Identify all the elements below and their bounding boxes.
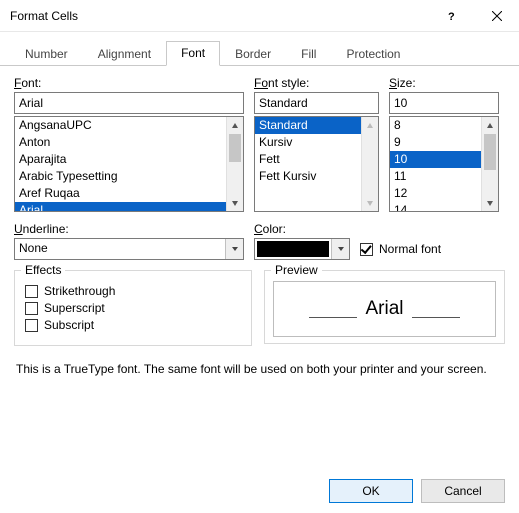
list-item[interactable]: Aref Ruqaa (15, 185, 226, 202)
list-item[interactable]: AngsanaUPC (15, 117, 226, 134)
content: Font: AngsanaUPCAntonAparajitaArabic Typ… (0, 66, 519, 376)
ok-button[interactable]: OK (329, 479, 413, 503)
size-scrollbar[interactable] (481, 117, 498, 211)
titlebar: Format Cells ? (0, 0, 519, 32)
scroll-down-icon[interactable] (362, 194, 378, 211)
checkbox-icon (25, 319, 38, 332)
scroll-down-icon[interactable] (227, 194, 243, 211)
scroll-up-icon[interactable] (227, 117, 243, 134)
list-item[interactable]: Fett Kursiv (255, 168, 361, 185)
list-item[interactable]: 11 (390, 168, 481, 185)
underline-value: None (15, 239, 225, 259)
subscript-checkbox[interactable]: Subscript (25, 318, 241, 332)
list-item[interactable]: Standard (255, 117, 361, 134)
tab-border[interactable]: Border (220, 42, 286, 66)
checkbox-icon (25, 302, 38, 315)
effects-legend: Effects (21, 263, 65, 277)
font-label: Font: (14, 76, 244, 90)
preview-box: Arial (273, 281, 496, 337)
tab-font[interactable]: Font (166, 41, 220, 66)
scroll-up-icon[interactable] (362, 117, 378, 134)
scroll-down-icon[interactable] (482, 194, 498, 211)
list-item[interactable]: Aparajita (15, 151, 226, 168)
superscript-checkbox[interactable]: Superscript (25, 301, 241, 315)
style-scrollbar[interactable] (361, 117, 378, 211)
scroll-thumb[interactable] (229, 134, 241, 162)
preview-legend: Preview (271, 263, 322, 277)
list-item[interactable]: 8 (390, 117, 481, 134)
size-input[interactable] (389, 92, 499, 114)
size-label: Size: (389, 76, 499, 90)
checkbox-icon (360, 243, 373, 256)
underline-label: Underline: (14, 222, 244, 236)
color-swatch (257, 241, 329, 257)
fontstyle-listbox[interactable]: StandardKursivFettFett Kursiv (254, 116, 379, 212)
window-title: Format Cells (10, 9, 429, 23)
color-combo[interactable] (254, 238, 350, 260)
scroll-thumb[interactable] (484, 134, 496, 170)
font-scrollbar[interactable] (226, 117, 243, 211)
footer: OK Cancel (329, 479, 505, 503)
font-input[interactable] (14, 92, 244, 114)
list-item[interactable]: 9 (390, 134, 481, 151)
list-item[interactable]: Fett (255, 151, 361, 168)
tab-fill[interactable]: Fill (286, 42, 331, 66)
underline-combo[interactable]: None (14, 238, 244, 260)
font-listbox[interactable]: AngsanaUPCAntonAparajitaArabic Typesetti… (14, 116, 244, 212)
close-button[interactable] (474, 0, 519, 32)
list-item[interactable]: Kursiv (255, 134, 361, 151)
strikethrough-checkbox[interactable]: Strikethrough (25, 284, 241, 298)
list-item[interactable]: Arial (15, 202, 226, 211)
chevron-down-icon[interactable] (331, 239, 349, 259)
list-item[interactable]: Anton (15, 134, 226, 151)
effects-group: Effects Strikethrough Superscript Subscr… (14, 270, 252, 346)
tab-alignment[interactable]: Alignment (83, 42, 166, 66)
preview-group: Preview Arial (264, 270, 505, 344)
fontstyle-label: Font style: (254, 76, 379, 90)
color-label: Color: (254, 222, 505, 236)
list-item[interactable]: 14 (390, 202, 481, 211)
preview-line (412, 317, 460, 318)
checkbox-icon (25, 285, 38, 298)
tab-number[interactable]: Number (10, 42, 83, 66)
list-item[interactable]: Arabic Typesetting (15, 168, 226, 185)
size-listbox[interactable]: 8910111214 (389, 116, 499, 212)
help-button[interactable]: ? (429, 0, 474, 32)
tab-protection[interactable]: Protection (331, 42, 415, 66)
truetype-note: This is a TrueType font. The same font w… (16, 362, 503, 376)
normal-font-checkbox[interactable]: Normal font (360, 242, 441, 256)
chevron-down-icon[interactable] (225, 239, 243, 259)
preview-text: Arial (365, 298, 403, 320)
preview-line (309, 317, 357, 318)
list-item[interactable]: 10 (390, 151, 481, 168)
fontstyle-input[interactable] (254, 92, 379, 114)
tab-bar: Number Alignment Font Border Fill Protec… (0, 32, 519, 66)
scroll-up-icon[interactable] (482, 117, 498, 134)
cancel-button[interactable]: Cancel (421, 479, 505, 503)
svg-text:?: ? (448, 11, 455, 21)
list-item[interactable]: 12 (390, 185, 481, 202)
